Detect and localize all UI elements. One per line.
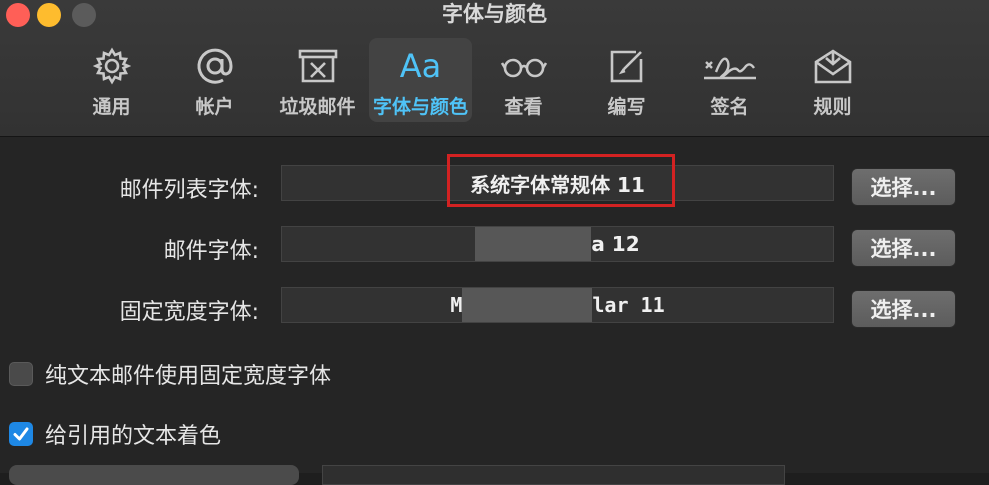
plain-text-fixed-width-checkbox[interactable] [9,362,33,386]
color-quoted-text-option[interactable]: 给引用的文本着色 [9,418,221,450]
tab-signatures[interactable]: 签名 [678,38,781,122]
choose-fixed-width-font-button[interactable]: 选择... [851,290,956,328]
message-font-value-suffix: a 12 [591,232,640,256]
font-aa-glyph: Aa [399,47,442,85]
message-font-label: 邮件字体: [163,239,259,264]
tab-junk-mail[interactable]: 垃圾邮件 [266,38,369,122]
redacted-block [462,288,593,322]
highlight-box [447,154,675,207]
signature-icon [702,46,758,86]
window-title: 字体与颜色 [442,2,547,26]
tab-viewing[interactable]: 查看 [472,38,575,122]
tab-fonts-colors-label: 字体与颜色 [372,96,468,118]
fixed-width-font-field: M lar 11 [281,287,834,323]
font-aa-icon: Aa [400,46,442,86]
gear-icon [92,46,131,86]
plain-text-fixed-width-option[interactable]: 纯文本邮件使用固定宽度字体 [9,358,331,390]
tab-viewing-label: 查看 [504,96,543,118]
quote-color-preview [322,465,785,485]
tab-composing-label: 编写 [607,96,646,118]
choose-message-list-font-button[interactable]: 选择... [851,168,956,206]
preferences-toolbar: 通用 帐户 垃圾邮件 Aa 字体与颜色 查看 编写 签名 规则 [60,38,884,124]
quote-color-popup[interactable] [9,465,299,485]
tab-junk-mail-label: 垃圾邮件 [279,96,356,118]
checkmark-icon [13,427,29,441]
color-quoted-text-checkbox[interactable] [9,422,33,446]
tab-rules[interactable]: 规则 [781,38,884,122]
compose-icon [608,46,646,86]
message-list-font-label: 邮件列表字体: [119,178,259,203]
choose-message-font-button[interactable]: 选择... [851,229,956,267]
at-icon [195,46,235,86]
fixed-width-font-value-suffix: lar 11 [592,293,665,317]
fixed-width-font-value-prefix: M [450,293,463,317]
tab-fonts-colors[interactable]: Aa 字体与颜色 [369,38,472,122]
tab-accounts-label: 帐户 [195,96,234,118]
tab-accounts[interactable]: 帐户 [163,38,266,122]
message-font-field: a 12 [281,226,834,262]
glasses-icon [500,46,548,86]
redacted-block [475,227,592,261]
tab-rules-label: 规则 [813,96,852,118]
tab-signatures-label: 签名 [710,96,749,118]
plain-text-fixed-width-label: 纯文本邮件使用固定宽度字体 [45,364,332,389]
junk-tray-icon [296,46,340,86]
fixed-width-font-label: 固定宽度字体: [119,300,259,325]
color-quoted-text-label: 给引用的文本着色 [45,424,222,449]
preferences-window: 字体与颜色 通用 帐户 垃圾邮件 Aa 字体与颜色 查看 编写 签名 规则 邮件… [0,0,989,485]
tab-general[interactable]: 通用 [60,38,163,122]
tab-composing[interactable]: 编写 [575,38,678,122]
title-bar: 字体与颜色 通用 帐户 垃圾邮件 Aa 字体与颜色 查看 编写 签名 规则 [0,0,989,137]
rules-envelope-icon [812,46,854,86]
tab-general-label: 通用 [92,96,131,118]
